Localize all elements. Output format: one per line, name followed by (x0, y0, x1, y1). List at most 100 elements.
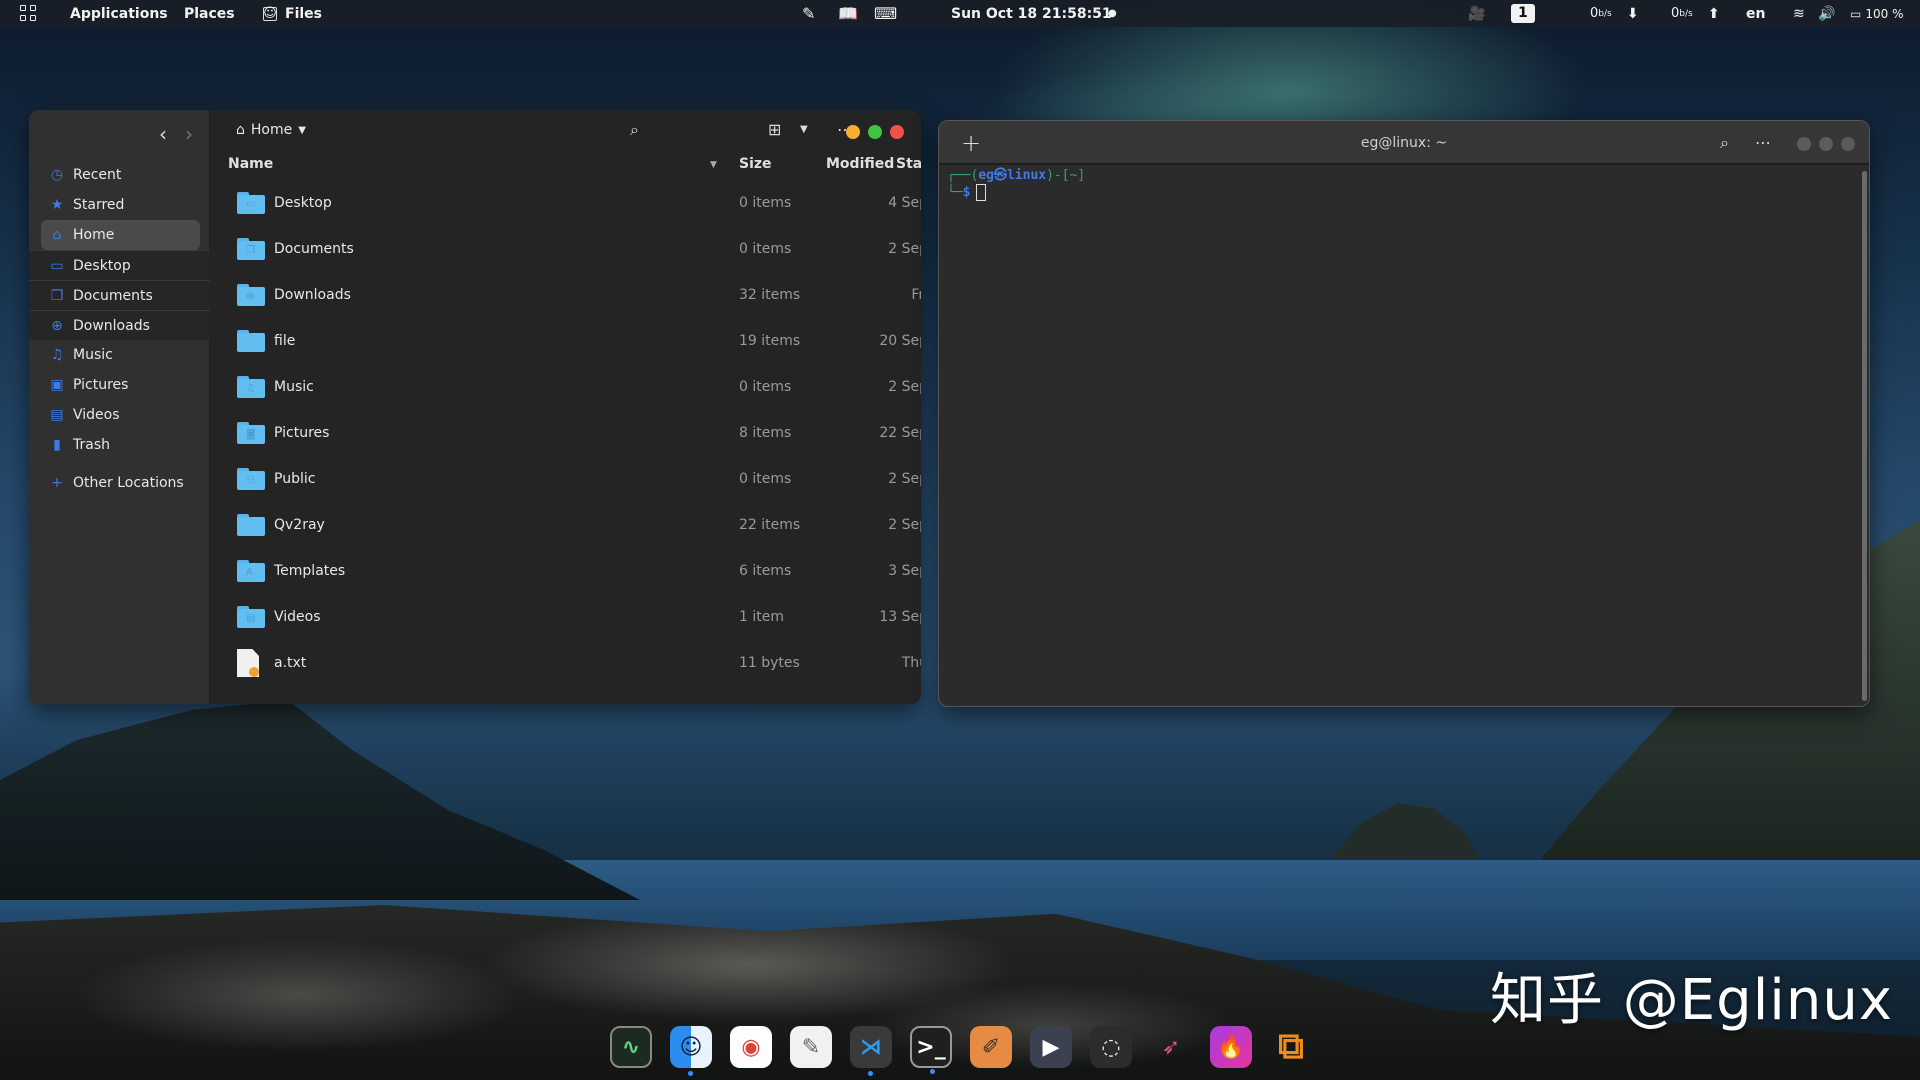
dock-item-obs-studio[interactable]: ◌ (1090, 1026, 1132, 1068)
file-row[interactable]: file 19 items 20 Sep☆ (210, 318, 921, 364)
star-icon[interactable]: ☆ (910, 594, 921, 640)
minimize-button[interactable] (846, 125, 860, 139)
file-row[interactable]: ◙ Pictures 8 items 22 Sep☆ (210, 410, 921, 456)
close-button[interactable] (890, 125, 904, 139)
star-icon[interactable]: ☆ (910, 640, 921, 686)
wifi-icon[interactable]: ≋ (1793, 0, 1805, 27)
dock-item-video-player[interactable]: ▶ (1030, 1026, 1072, 1068)
file-row[interactable]: ▭ Desktop 0 items 4 Sep☆ (210, 180, 921, 226)
star-icon[interactable]: ☆ (910, 502, 921, 548)
keyboard-layout[interactable]: en (1746, 0, 1765, 27)
file-row[interactable]: ♫ Music 0 items 2 Sep☆ (210, 364, 921, 410)
dock-item-chrome[interactable]: ◉ (730, 1026, 772, 1068)
prompt-line-1: ┌──(eg㉿linux)-[~] (947, 168, 1086, 183)
file-size: 6 items (739, 563, 792, 579)
sidebar-item-trash[interactable]: ▮ Trash (29, 430, 210, 460)
sidebar-item-starred[interactable]: ★ Starred (29, 190, 210, 220)
header-bar: ⌂ Home ▼ ⌕ ⊞ ▼ ⋯ (210, 110, 921, 154)
vmware-icon: ⧉ (1278, 1026, 1304, 1067)
column-name[interactable]: Name (228, 156, 273, 172)
sidebar-item-label: Other Locations (73, 475, 184, 491)
terminal-output[interactable]: ┌──(eg㉿linux)-[~] └─ $ (947, 167, 1085, 201)
dock-item-terminal[interactable]: >_ (910, 1026, 952, 1074)
grid-view-icon[interactable]: ⊞ (768, 120, 781, 139)
minimize-button[interactable] (1797, 137, 1811, 151)
dock-item-kingfisher[interactable]: ➶ (1150, 1026, 1192, 1068)
star-icon[interactable]: ☆ (910, 548, 921, 594)
path-label: Home (250, 122, 293, 138)
search-icon[interactable]: ⌕ (1720, 133, 1729, 153)
running-indicator (930, 1069, 935, 1074)
sidebar-item-music[interactable]: ♫ Music (29, 340, 210, 370)
column-modified[interactable]: Modified (826, 156, 894, 172)
arrow-up-icon: ⬆ (1708, 5, 1720, 22)
sidebar-item-home[interactable]: ⌂ Home (41, 220, 200, 250)
star-icon[interactable]: ☆ (910, 318, 921, 364)
prompt-line-2: └─ $ (947, 184, 1085, 201)
notification-dot-icon: ● (1108, 8, 1117, 19)
maximize-button[interactable] (1819, 137, 1833, 151)
dock-item-text-editor[interactable]: ✎ (790, 1026, 832, 1068)
dictionary-icon[interactable]: 📖 (838, 0, 858, 27)
file-row[interactable]: A Templates 6 items 3 Sep☆ (210, 548, 921, 594)
running-indicator (868, 1071, 873, 1076)
back-button[interactable]: ‹ (159, 122, 167, 146)
file-row[interactable]: ▤ Videos 1 item 13 Sep☆ (210, 594, 921, 640)
download-icon: ⊕ (51, 317, 63, 334)
sidebar-item-label: Home (73, 227, 115, 243)
dock-item-kingsoft[interactable]: 🔥 (1210, 1026, 1252, 1068)
file-row[interactable]: ⊕ Downloads 32 items Fri☆ (210, 272, 921, 318)
more-options-icon[interactable]: ⋯ (1755, 133, 1771, 152)
clock[interactable]: Sun Oct 18 21:58:51 (951, 0, 1112, 27)
sidebar-item-downloads[interactable]: ⊕ Downloads (29, 310, 210, 340)
sidebar-item-desktop[interactable]: ▭ Desktop (29, 250, 210, 280)
file-row[interactable]: ⚇ Public 0 items 2 Sep☆ (210, 456, 921, 502)
dock-item-vmware[interactable]: ⧉ (1270, 1026, 1312, 1068)
wallpaper-mountain-left (0, 700, 640, 900)
dock-item-gimp[interactable]: ✐ (970, 1026, 1012, 1068)
keyboard-icon[interactable]: ⌨ (874, 0, 897, 27)
sidebar-item-recent[interactable]: ◷ Recent (29, 160, 210, 190)
star-icon: ★ (50, 197, 64, 213)
workspace-indicator[interactable]: 1 (1511, 0, 1535, 27)
places-menu[interactable]: Places (184, 0, 235, 27)
screenshot-tool-icon[interactable]: ✎ (802, 0, 815, 27)
dock-item-files[interactable]: ☺ (670, 1026, 712, 1076)
path-bar-home[interactable]: ⌂ Home ▼ (236, 122, 306, 138)
star-icon[interactable]: ☆ (910, 226, 921, 272)
text-editor-icon: ✎ (801, 1034, 821, 1060)
sort-chevron-icon[interactable]: ▼ (710, 160, 717, 170)
file-list: ▭Desktop0 items4 Sep☆❐Documents0 items2 … (210, 180, 921, 686)
dock-item-vs-code[interactable]: ⋊ (850, 1026, 892, 1076)
close-button[interactable] (1841, 137, 1855, 151)
file-row[interactable]: ❐ Documents 0 items 2 Sep☆ (210, 226, 921, 272)
file-row[interactable]: a.txt 11 bytes Thu☆ (210, 640, 921, 686)
app-grid-icon[interactable] (20, 5, 38, 21)
forward-button[interactable]: › (185, 122, 193, 146)
sidebar-item-other-locations[interactable]: + Other Locations (29, 468, 210, 498)
column-star[interactable]: Star (896, 156, 921, 172)
star-icon[interactable]: ☆ (910, 272, 921, 318)
star-icon[interactable]: ☆ (910, 410, 921, 456)
chevron-down-icon: ▼ (298, 124, 306, 136)
terminal-scrollbar[interactable] (1862, 171, 1867, 701)
maximize-button[interactable] (868, 125, 882, 139)
battery-indicator[interactable]: ▭ 100 % (1850, 0, 1903, 27)
star-icon[interactable]: ☆ (910, 456, 921, 502)
sidebar-item-videos[interactable]: ▤ Videos (29, 400, 210, 430)
star-icon[interactable]: ☆ (910, 364, 921, 410)
search-icon[interactable]: ⌕ (630, 120, 639, 140)
file-size: 11 bytes (739, 655, 800, 671)
gimp-icon: ✐ (981, 1034, 1001, 1060)
camera-icon[interactable]: 🎥 (1468, 0, 1485, 27)
star-icon[interactable]: ☆ (910, 180, 921, 226)
volume-icon[interactable]: 🔊 (1818, 0, 1835, 27)
sidebar-item-documents[interactable]: ❐ Documents (29, 280, 210, 310)
dock-item-system-monitor[interactable]: ∿ (610, 1026, 652, 1068)
sidebar-item-pictures[interactable]: ▣ Pictures (29, 370, 210, 400)
file-row[interactable]: Qv2ray 22 items 2 Sep☆ (210, 502, 921, 548)
view-options-chevron-icon[interactable]: ▼ (800, 124, 808, 135)
active-app-menu[interactable]: ☺ Files (263, 0, 322, 27)
applications-menu[interactable]: Applications (70, 0, 168, 27)
column-size[interactable]: Size (739, 156, 772, 172)
